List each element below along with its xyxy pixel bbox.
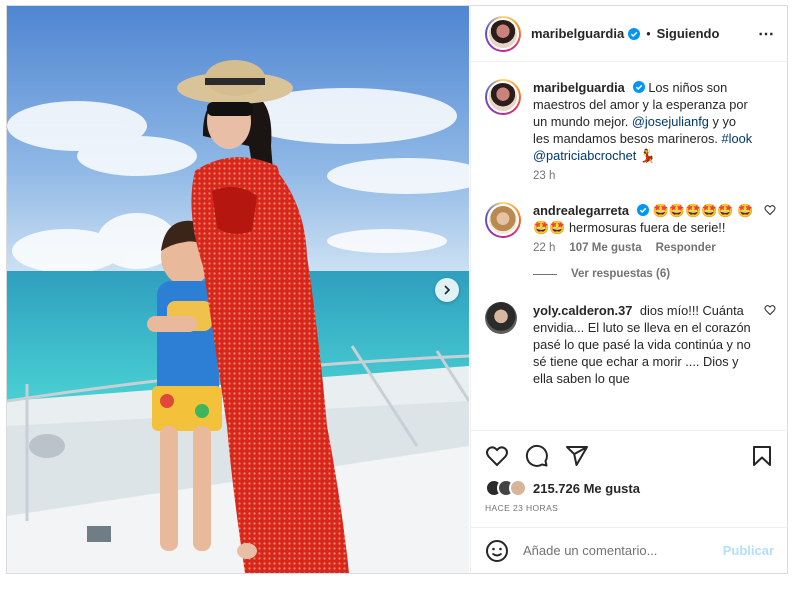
caption-time: 23 h [533,170,556,182]
commenter-username[interactable]: andrealegarreta [533,203,629,218]
comment-input[interactable] [521,542,723,559]
comment-item: yoly.calderon.37 dios mío!!! Cuánta envi… [471,302,788,387]
header-separator: • [646,26,651,41]
hashtag-link[interactable]: #look [722,131,753,146]
bookmark-icon[interactable] [750,444,774,468]
heart-icon[interactable] [764,204,776,216]
comment-icon[interactable] [525,444,549,468]
mention-link[interactable]: @patriciabcrochet [533,148,636,163]
post-side-panel: maribelguardia • Siguiendo ⋯ maribelguar… [470,6,788,573]
verified-badge-icon [637,204,650,216]
caption-meta: 23 h [533,170,754,182]
verified-badge-icon [628,27,641,40]
verified-badge-icon [632,81,645,93]
reply-button[interactable]: Responder [656,242,716,254]
action-icons [485,441,774,471]
next-arrow-icon [444,285,451,295]
photo-illustration [7,6,469,573]
liker-avatars[interactable] [485,479,527,497]
comment-body: hermosuras fuera de serie!! [568,220,726,235]
caption-avatar[interactable] [485,79,521,115]
heart-icon[interactable] [485,444,509,468]
next-photo-button[interactable] [435,278,459,302]
mention-link[interactable]: @josejulianfg [632,114,709,129]
comment-text: andrealegarreta 🤩🤩🤩🤩🤩 🤩🤩🤩 hermosuras fue… [533,202,754,236]
comment-time: 22 h [533,242,556,254]
heart-icon[interactable] [764,304,776,316]
instagram-post-modal: maribelguardia • Siguiendo ⋯ maribelguar… [6,5,788,574]
replies-divider [533,273,557,275]
caption: maribelguardia Los niños son maestros de… [471,79,788,182]
comment-text: yoly.calderon.37 dios mío!!! Cuánta envi… [533,302,754,387]
author-avatar[interactable] [485,15,521,52]
view-replies-button[interactable]: Ver respuestas (6) [533,268,788,280]
post-actions: 215.726 Me gusta HACE 23 HORAS [471,430,788,513]
likes-count[interactable]: 215.726 Me gusta [533,481,640,496]
comment-emojis: 🤩🤩🤩🤩🤩 [652,203,734,218]
emoji-icon[interactable] [485,539,509,563]
commenter-username[interactable]: yoly.calderon.37 [533,303,632,318]
caption-text: maribelguardia Los niños son maestros de… [533,79,754,164]
comment-likes[interactable]: 107 Me gusta [569,242,641,254]
caption-username[interactable]: maribelguardia [533,80,625,95]
share-icon[interactable] [565,444,589,468]
commenter-avatar[interactable] [485,202,521,238]
caption-emoji: 💃 [639,148,656,163]
post-header: maribelguardia • Siguiendo ⋯ [471,6,787,62]
post-photo[interactable] [7,6,469,573]
publish-button[interactable]: Publicar [723,543,774,558]
commenter-avatar[interactable] [485,302,517,334]
author-username[interactable]: maribelguardia [531,26,624,41]
likes-row: 215.726 Me gusta [485,479,774,497]
comments-section[interactable]: maribelguardia Los niños son maestros de… [471,63,788,429]
post-timestamp: HACE 23 HORAS [485,503,559,513]
comment-item: andrealegarreta 🤩🤩🤩🤩🤩 🤩🤩🤩 hermosuras fue… [471,202,788,254]
following-button[interactable]: Siguiendo [657,26,720,41]
more-options-icon[interactable]: ⋯ [758,24,775,44]
comment-meta: 22 h 107 Me gusta Responder [533,242,754,254]
view-replies-label: Ver respuestas (6) [571,268,671,280]
add-comment-bar: Publicar [471,527,788,573]
